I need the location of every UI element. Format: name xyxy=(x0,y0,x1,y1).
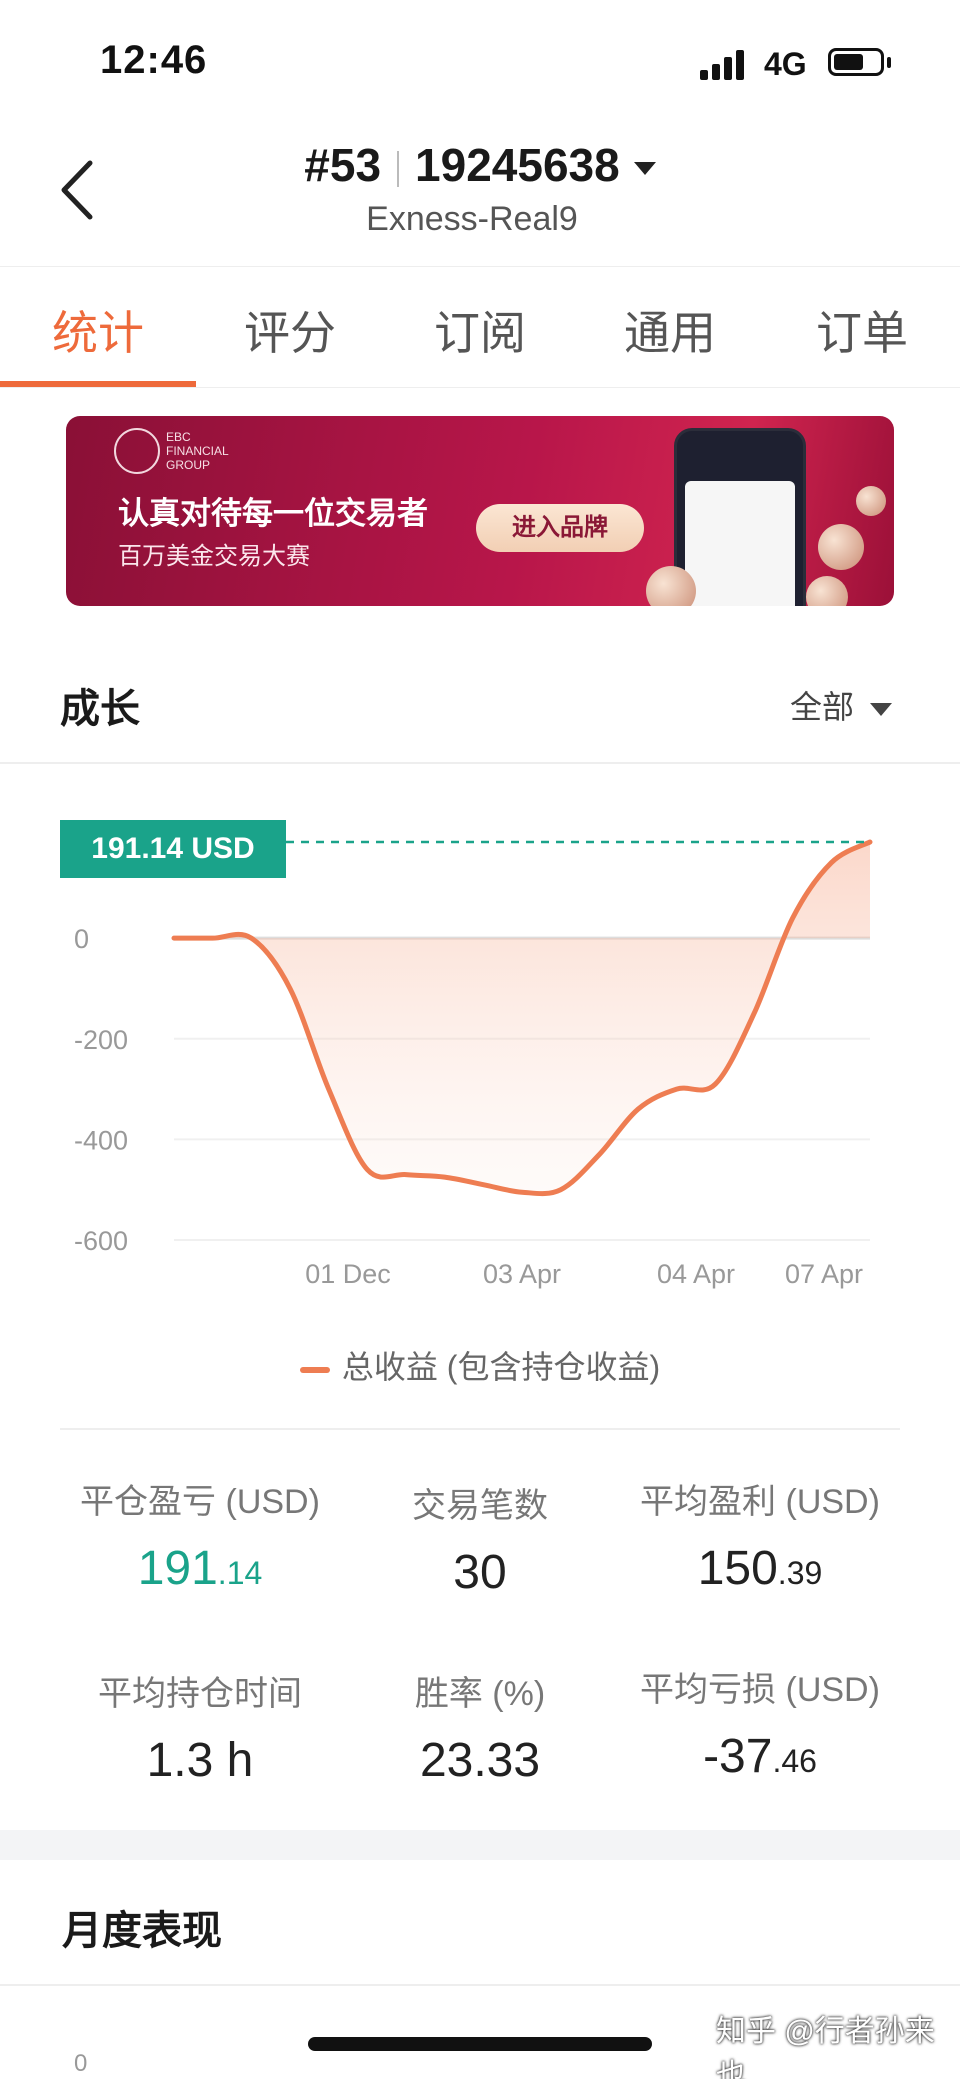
stat-value: 150.39 xyxy=(610,1541,910,1596)
caret-down-icon xyxy=(870,703,893,717)
stat-value-int: 150 xyxy=(697,1542,778,1595)
stat-value: -37.46 xyxy=(610,1729,910,1784)
tab-general[interactable]: 通用 xyxy=(624,297,716,363)
stat-label: 平均亏损 (USD) xyxy=(640,1671,880,1709)
status-time: 12:46 xyxy=(100,38,208,82)
stat-avg-profit: 平均盈利 (USD) 150.39 xyxy=(610,1474,910,1596)
banner-subtitle: 百万美金交易大赛 xyxy=(118,543,310,570)
stat-value-dec: .46 xyxy=(772,1743,817,1779)
chart-legend[interactable]: 总收益 (包含持仓收益) xyxy=(0,1342,960,1388)
phone-screen xyxy=(685,481,795,606)
phone-illustration xyxy=(674,428,806,606)
stat-value-int: 191 xyxy=(137,1542,218,1595)
coin-icon xyxy=(806,576,848,606)
x-tick-label: 03 Apr xyxy=(483,1259,561,1289)
tab-rating[interactable]: 评分 xyxy=(244,297,336,363)
home-indicator[interactable] xyxy=(308,2037,652,2051)
stat-value: 30 xyxy=(453,1546,507,1599)
legend-label: 总收益 (包含持仓收益) xyxy=(341,1349,661,1385)
stat-value: 191.14 xyxy=(50,1541,350,1596)
stat-avg-hold-time: 平均持仓时间 1.3 h xyxy=(50,1666,350,1788)
period-filter[interactable]: 全部 xyxy=(790,682,893,728)
stat-value-dec: .14 xyxy=(217,1555,263,1591)
caret-down-icon xyxy=(633,162,656,176)
stat-label: 交易笔数 xyxy=(412,1487,548,1525)
rank-label: #53 xyxy=(304,139,382,191)
network-label: 4G xyxy=(764,46,807,82)
monthly-divider xyxy=(0,1984,960,1986)
stat-trade-count: 交易笔数 30 xyxy=(330,1478,630,1600)
monthly-title: 月度表现 xyxy=(62,1909,222,1953)
stat-label: 胜率 (%) xyxy=(414,1675,546,1713)
account-selector[interactable]: #53 19245638 xyxy=(0,138,960,192)
stat-value: 1.3 h xyxy=(146,1734,254,1787)
stat-avg-loss: 平均亏损 (USD) -37.46 xyxy=(610,1662,910,1784)
battery-icon xyxy=(828,48,884,76)
stat-value: 23.33 xyxy=(419,1734,541,1787)
stat-win-rate: 胜率 (%) 23.33 xyxy=(330,1666,630,1788)
watermark: 知乎 @行者孙来也 xyxy=(716,2015,935,2079)
y-tick-label: -400 xyxy=(74,1125,128,1155)
promo-banner[interactable]: EBC FINANCIAL GROUP 认真对待每一位交易者 百万美金交易大赛 … xyxy=(66,416,894,606)
status-bar: 12:46 4G xyxy=(0,0,960,120)
section-gap xyxy=(0,1830,960,1860)
current-value-label: 191.14 USD xyxy=(60,820,286,878)
tab-statistics[interactable]: 统计 xyxy=(52,297,144,363)
series-area xyxy=(174,842,870,1194)
stat-value-int: -37 xyxy=(703,1730,773,1783)
x-tick-label: 04 Apr xyxy=(657,1259,735,1289)
account-number: 19245638 xyxy=(415,139,620,191)
active-tab-indicator xyxy=(0,381,196,387)
stat-label: 平均持仓时间 xyxy=(98,1675,302,1713)
ebc-logo xyxy=(114,428,160,474)
banner-title: 认真对待每一位交易者 xyxy=(118,496,428,531)
period-filter-label: 全部 xyxy=(790,689,855,725)
tab-bar: 统计 评分 订阅 通用 订单 xyxy=(0,266,960,388)
stat-label: 平均盈利 (USD) xyxy=(640,1483,880,1521)
growth-chart[interactable]: 0 -200 -400 -600 01 Dec 03 Apr 04 Apr 07 Apr 1… xyxy=(0,780,960,1300)
x-tick-label: 01 Dec xyxy=(305,1259,391,1289)
x-tick-label: 07 Apr xyxy=(785,1259,863,1289)
legend-swatch xyxy=(299,1366,330,1373)
battery-level xyxy=(834,54,863,70)
y-tick-label: -600 xyxy=(74,1226,128,1256)
tab-subscribe[interactable]: 订阅 xyxy=(434,297,526,363)
server-name: Exness-Real9 xyxy=(366,200,578,238)
signal-icon xyxy=(700,48,750,80)
growth-title: 成长 xyxy=(60,687,140,731)
enter-brand-button[interactable]: 进入品牌 xyxy=(476,504,644,552)
section-divider xyxy=(0,762,960,764)
coin-icon xyxy=(818,524,864,570)
y-tick-label: -200 xyxy=(74,1025,128,1055)
stat-value-dec: .39 xyxy=(777,1555,823,1591)
stat-label: 平仓盈亏 (USD) xyxy=(80,1483,320,1521)
monthly-y-tick: 0 xyxy=(74,2050,88,2077)
y-tick-label: 0 xyxy=(74,924,89,954)
banner-logo-text: EBC FINANCIAL GROUP xyxy=(166,430,229,472)
coin-icon xyxy=(856,486,886,516)
battery-cap xyxy=(887,57,891,68)
stats-divider xyxy=(60,1428,900,1430)
trader-stats-screen: 12:46 4G #53 19245638 Exness-Real9 统计 评分 … xyxy=(0,0,960,2079)
stat-closed-pnl: 平仓盈亏 (USD) 191.14 xyxy=(50,1474,350,1596)
tab-orders[interactable]: 订单 xyxy=(816,297,908,363)
separator xyxy=(397,150,400,187)
